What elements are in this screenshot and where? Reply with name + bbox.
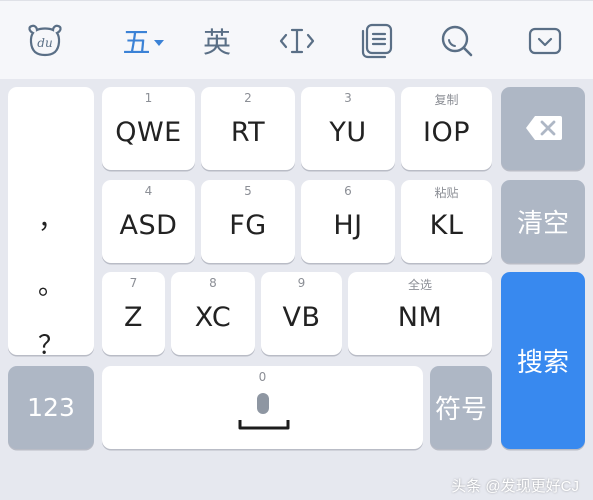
key-label: NM (397, 302, 443, 333)
chevron-down-icon (153, 40, 164, 46)
baidu-logo-icon: du (28, 24, 62, 57)
hide-keyboard-button[interactable] (520, 17, 570, 65)
space-key[interactable]: 0 (102, 366, 423, 449)
key-nm[interactable]: 全选 NM (348, 272, 492, 355)
key-label: IOP (423, 117, 470, 148)
punctuation-column[interactable]: ， 。 ？ ！ (8, 87, 94, 425)
numbers-label: 123 (27, 393, 75, 422)
key-label: XC (194, 302, 232, 333)
punct-question[interactable]: ？ (8, 325, 94, 362)
key-label: RT (230, 117, 266, 148)
symbols-label: 符号 (434, 395, 487, 425)
search-button[interactable] (432, 17, 482, 65)
keyboard-toolbar: du 五 英 (0, 0, 593, 79)
key-fg[interactable]: 5 FG (201, 180, 295, 263)
key-xc[interactable]: 8 XC (171, 272, 255, 355)
english-input-button[interactable]: 英 (192, 17, 242, 65)
key-yu[interactable]: 3 YU (301, 87, 395, 170)
english-label: 英 (202, 26, 231, 59)
key-z[interactable]: 7 Z (102, 272, 165, 355)
key-label: ASD (119, 210, 178, 241)
backspace-key[interactable] (501, 87, 585, 170)
wubi-label: 五 (122, 26, 151, 59)
key-iop[interactable]: 复制 IOP (401, 87, 492, 170)
key-label: HJ (333, 210, 363, 241)
watermark: 头条 @发现更好CJ (451, 478, 579, 495)
punct-period[interactable]: 。 (8, 265, 94, 302)
svg-text:du: du (37, 36, 52, 50)
key-label: VB (282, 302, 321, 333)
symbols-key[interactable]: 符号 (430, 366, 492, 449)
punct-comma[interactable]: ， (8, 199, 94, 236)
hide-keyboard-icon (528, 27, 562, 55)
backspace-icon (526, 116, 562, 140)
cursor-button[interactable] (272, 17, 322, 65)
key-number: 0 (258, 370, 267, 384)
key-label: YU (329, 117, 367, 148)
wubi-input-button[interactable]: 五 (118, 17, 168, 65)
key-label: FG (229, 210, 267, 241)
clear-key[interactable]: 清空 (501, 180, 585, 263)
baidu-logo-button[interactable]: du (20, 17, 70, 65)
numbers-key[interactable]: 123 (8, 366, 94, 449)
clipboard-button[interactable] (352, 17, 402, 65)
key-label: KL (429, 210, 464, 241)
search-label: 搜索 (516, 348, 569, 378)
key-rt[interactable]: 2 RT (201, 87, 295, 170)
space-bar-icon (238, 420, 290, 430)
key-label: QWE (115, 117, 182, 148)
key-kl[interactable]: 粘贴 KL (401, 180, 492, 263)
search-key[interactable]: 搜索 (501, 272, 585, 449)
key-qwe[interactable]: 1 QWE (102, 87, 195, 170)
key-hj[interactable]: 6 HJ (301, 180, 395, 263)
clipboard-icon (361, 23, 393, 59)
cursor-icon (279, 28, 315, 54)
search-icon (441, 25, 473, 57)
key-label: Z (124, 302, 143, 333)
key-vb[interactable]: 9 VB (261, 272, 342, 355)
key-asd[interactable]: 4 ASD (102, 180, 195, 263)
clear-label: 清空 (516, 209, 569, 239)
